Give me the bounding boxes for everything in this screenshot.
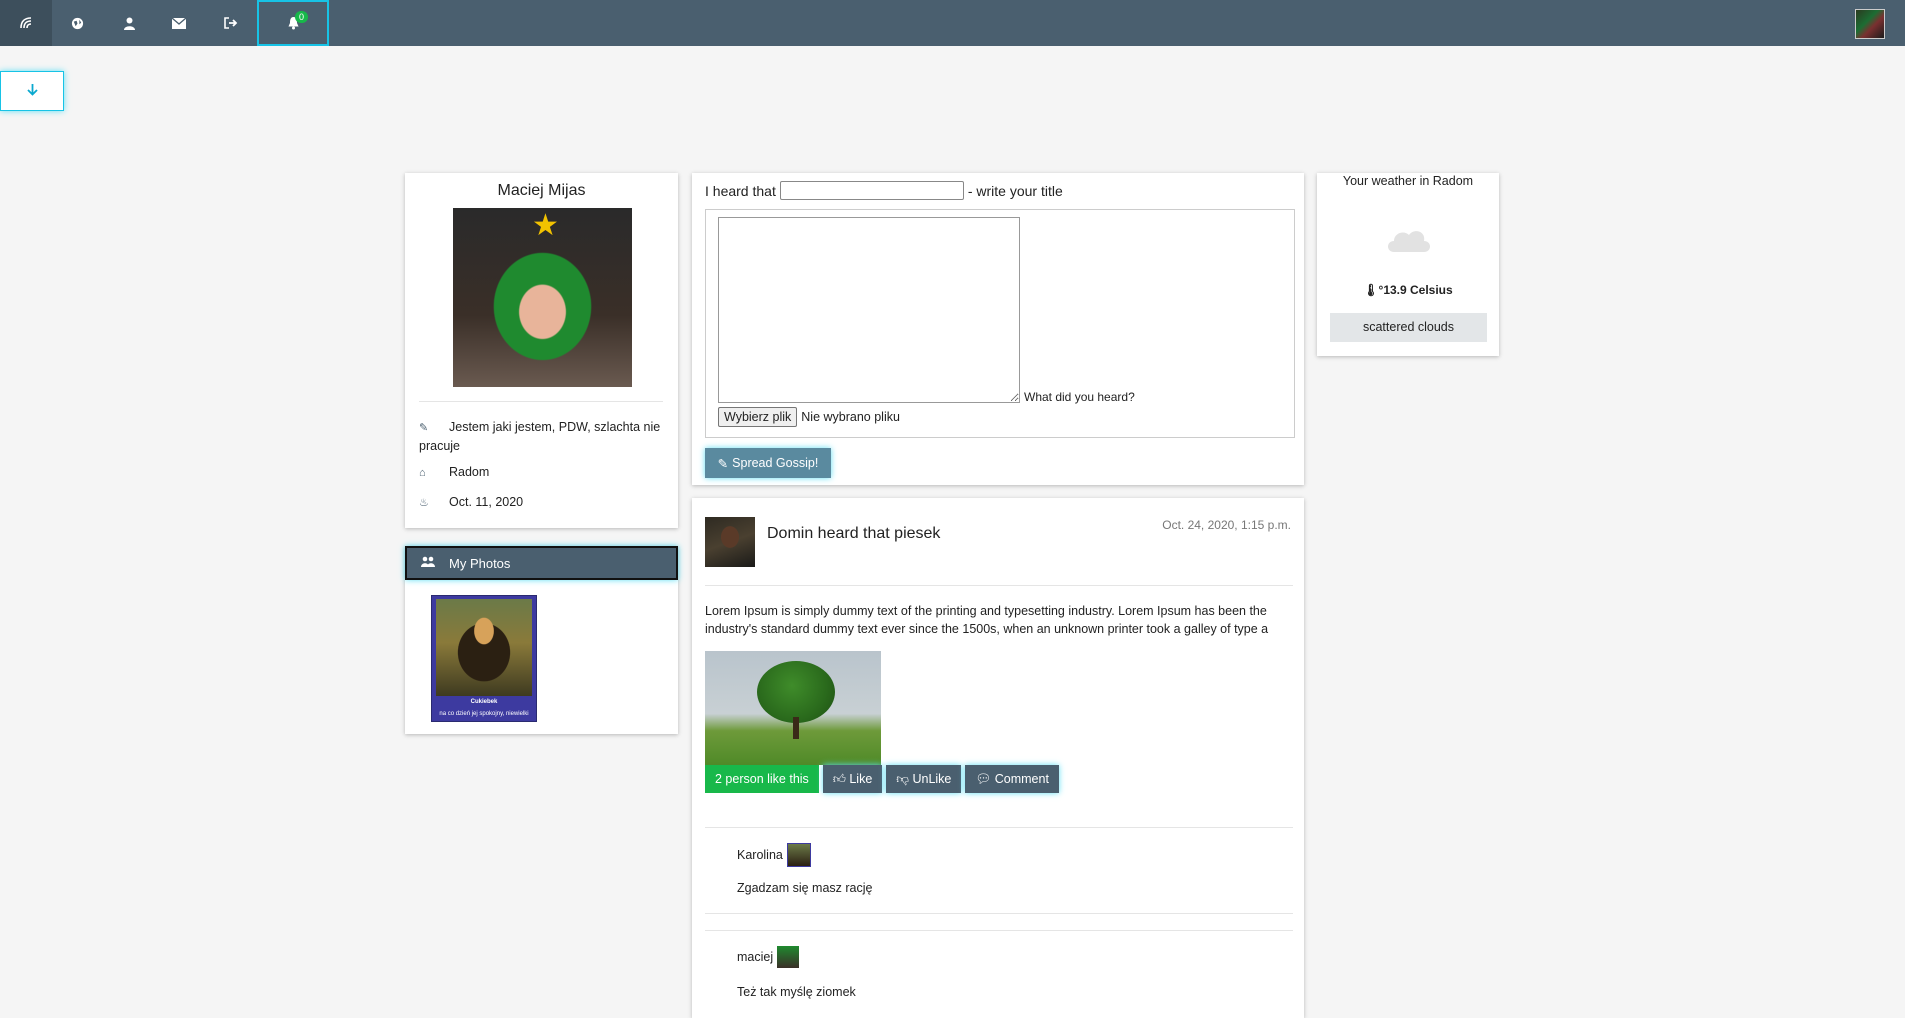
form-box: What did you heard? Wybierz plik Nie wyb…	[705, 209, 1295, 438]
comment-icon: 💬︎	[975, 772, 995, 786]
divider	[705, 930, 1293, 931]
my-photos-card: My Photos Cukiebek na co dzień jej spoko…	[405, 546, 678, 734]
profile-card: Maciej Mijas ★ ✎ Jestem jaki jestem, PDW,…	[405, 173, 678, 528]
weather-card: Your weather in Radom 🌡︎°13.9 Celsius sc…	[1317, 173, 1499, 356]
title-row: I heard that - write your title	[705, 181, 1063, 200]
post-actions: 2 person like this 👍︎ Like 👎︎ UnLike 💬︎ …	[705, 765, 1059, 793]
city-text: Radom	[449, 465, 490, 479]
logout-icon[interactable]	[206, 0, 256, 46]
birthday-text: Oct. 11, 2020	[449, 495, 524, 509]
photo-thumbnail[interactable]: Cukiebek na co dzień jej spokojny, niewi…	[431, 595, 537, 722]
comment-text: Też tak myślę ziomek	[737, 985, 856, 999]
title-suffix: - write your title	[967, 182, 1063, 199]
weather-description: scattered clouds	[1330, 313, 1487, 342]
notification-count-badge: 0	[295, 11, 309, 23]
pencil-icon: ✎	[419, 422, 429, 434]
cloud-icon	[1384, 226, 1432, 252]
tree-crown	[757, 661, 835, 723]
globe-icon[interactable]	[52, 0, 102, 46]
spread-gossip-button[interactable]: ✎ Spread Gossip!	[705, 448, 831, 478]
body-hint: What did you heard?	[1024, 390, 1135, 404]
spread-gossip-label: Spread Gossip!	[732, 456, 819, 470]
file-row: Wybierz plik Nie wybrano pliku	[718, 407, 900, 427]
thermometer-icon: 🌡︎	[1363, 283, 1379, 297]
temperature-value: °13.9 Celsius	[1378, 283, 1453, 297]
author-avatar[interactable]	[705, 517, 755, 567]
unlike-label: UnLike	[912, 772, 952, 786]
unlike-button[interactable]: 👎︎ UnLike	[886, 765, 962, 793]
mona-lisa-image	[436, 599, 532, 696]
pencil-icon: ✎	[717, 456, 729, 471]
divider	[705, 585, 1293, 586]
star-icon: ★	[532, 209, 559, 242]
gossip-body-textarea[interactable]	[718, 217, 1020, 403]
notifications-button[interactable]: 0	[257, 0, 329, 46]
choose-file-button[interactable]: Wybierz plik	[718, 407, 798, 427]
weather-title: Your weather in Radom	[1342, 174, 1474, 188]
photo-caption-title: Cukiebek	[470, 699, 498, 705]
my-photos-toggle[interactable]: My Photos	[405, 546, 678, 580]
gossip-form: I heard that - write your title What did…	[692, 173, 1304, 485]
my-photos-label: My Photos	[449, 555, 511, 571]
top-navbar: 0	[0, 0, 1905, 46]
divider	[705, 827, 1293, 828]
comment-label: Comment	[994, 772, 1049, 786]
city-row: ⌂ Radom	[419, 463, 669, 482]
comment-button[interactable]: 💬︎ Comment	[965, 765, 1059, 793]
divider	[705, 913, 1293, 914]
users-icon	[407, 556, 449, 570]
likes-count: 2 person like this	[705, 765, 819, 793]
bio-row: ✎ Jestem jaki jestem, PDW, szlachta nie p…	[419, 418, 669, 455]
envelope-icon[interactable]	[154, 0, 204, 46]
comment-text: Zgadzam się masz rację	[737, 881, 873, 895]
weather-temperature: 🌡︎°13.9 Celsius	[1317, 283, 1499, 297]
bio-text: Jestem jaki jestem, PDW, szlachta nie pr…	[419, 420, 661, 453]
comment-author: maciej	[737, 946, 800, 968]
title-input[interactable]	[779, 181, 964, 200]
thumbs-down-icon: 👎︎	[896, 772, 913, 786]
post-body: Lorem Ipsum is simply dummy text of the …	[705, 604, 1269, 636]
user-icon[interactable]	[104, 0, 154, 46]
comment-author-avatar[interactable]	[777, 946, 800, 968]
home-logo-icon[interactable]	[0, 0, 52, 46]
profile-photo: ★	[453, 208, 632, 387]
comment-item: maciej Też tak myślę ziomek	[705, 930, 1293, 999]
home-icon: ⌂	[419, 467, 426, 479]
scroll-down-button[interactable]	[0, 71, 64, 111]
like-label: Like	[849, 772, 873, 786]
divider	[419, 401, 663, 402]
arrow-down-icon	[26, 83, 38, 100]
post-title: Domin heard that piesek	[767, 525, 941, 542]
profile-name: Maciej Mijas	[497, 182, 586, 199]
birthday-cake-icon: ♨	[419, 497, 429, 509]
birthday-row: ♨ Oct. 11, 2020	[419, 493, 669, 512]
comment-item: Karolina Zgadzam się masz rację	[705, 827, 1293, 914]
thumbs-up-icon: 👍︎	[832, 772, 850, 786]
tree-trunk	[793, 717, 799, 739]
comment-author-name: maciej	[737, 950, 774, 964]
comment-author-name: Karolina	[737, 848, 783, 862]
like-button[interactable]: 👍︎ Like	[822, 765, 883, 793]
file-status: Nie wybrano pliku	[801, 410, 900, 424]
post-date: Oct. 24, 2020, 1:15 p.m.	[1162, 518, 1291, 532]
comment-author-avatar[interactable]	[786, 843, 811, 867]
user-avatar[interactable]	[1855, 9, 1885, 39]
title-prefix: I heard that	[705, 182, 776, 199]
comment-author: Karolina	[737, 843, 811, 867]
photo-caption-sub: na co dzień jej spokojny, niewielki	[439, 711, 529, 717]
gossip-post: Domin heard that piesek Oct. 24, 2020, 1…	[692, 498, 1304, 1018]
post-image[interactable]	[705, 651, 881, 765]
